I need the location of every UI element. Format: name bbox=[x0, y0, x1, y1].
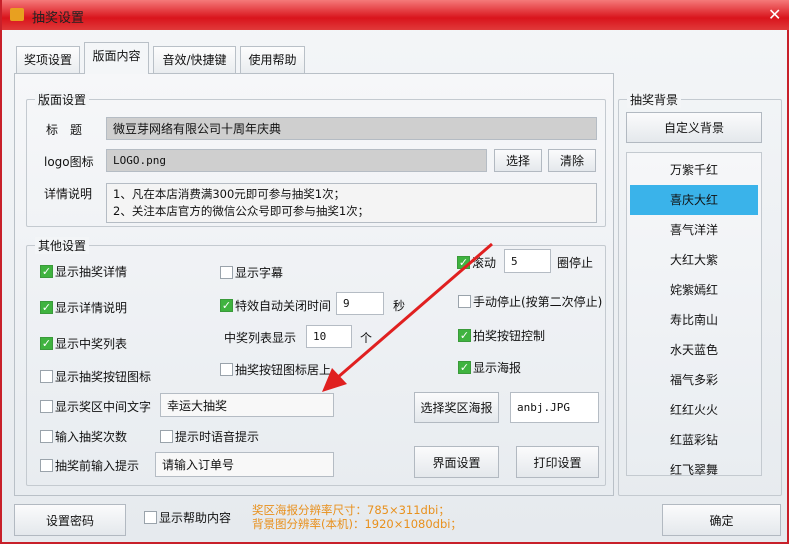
settings-window: 抽奖设置 ✕ 奖项设置 版面内容 音效/快捷键 使用帮助 版面设置 标 题 微豆… bbox=[0, 0, 789, 544]
tab-layout-content[interactable]: 版面内容 bbox=[84, 42, 149, 74]
arrow-shaft bbox=[336, 242, 493, 380]
red-arrow-annotation bbox=[322, 242, 493, 392]
